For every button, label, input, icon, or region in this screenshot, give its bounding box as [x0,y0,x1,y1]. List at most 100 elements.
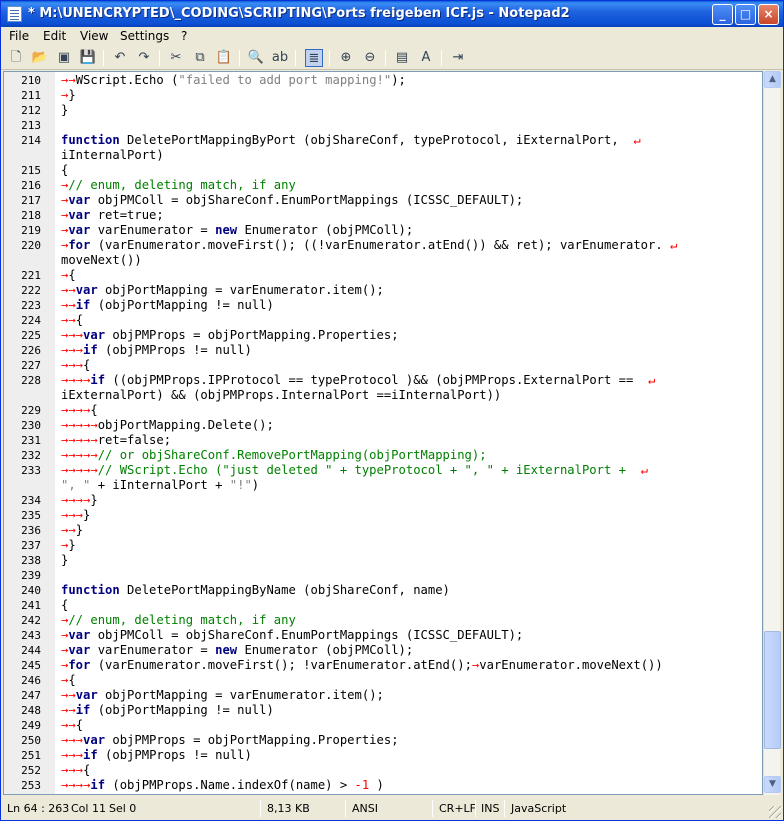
redo-icon[interactable]: ↷ [135,49,153,67]
resize-grip[interactable] [769,806,781,818]
code-line[interactable]: 246 →{ [4,673,762,688]
code-line[interactable]: 226 →→→if (objPMProps != null) [4,343,762,358]
line-code: →→{ [61,313,84,327]
title-bar[interactable]: * M:\UNENCRYPTED\_CODING\SCRIPTING\Ports… [1,1,783,27]
line-number: 226 [21,344,41,357]
code-line[interactable]: 231 →→→→→ret=false; [4,433,762,448]
status-size: 8,13 KB [267,802,310,815]
line-code: →→→} [61,508,91,522]
code-line[interactable]: 247 →→var objPortMapping = varEnumerator.… [4,688,762,703]
maximize-button[interactable]: □ [735,4,756,25]
open-icon[interactable]: 📂 [31,49,49,67]
line-code: →→WScript.Echo ("failed to add port mapp… [61,73,406,87]
code-line[interactable]: 235 →→→} [4,508,762,523]
exit-icon[interactable]: ⇥ [449,49,467,67]
code-line[interactable]: 215 { [4,163,762,178]
code-line[interactable]: iExternalPort) && (objPMProps.InternalPo… [4,388,762,403]
code-line[interactable]: 228 →→→→if ((objPMProps.IPProtocol == typ… [4,373,762,388]
code-line[interactable]: 221 →{ [4,268,762,283]
code-line[interactable]: 253 →→→→if (objPMProps.Name.indexOf(name)… [4,778,762,793]
code-line[interactable]: 218 →var ret=true; [4,208,762,223]
paste-icon[interactable]: 📋 [215,49,233,67]
word-wrap-icon[interactable]: ≣ [305,49,323,67]
code-line[interactable]: 237 →} [4,538,762,553]
code-line[interactable]: ", " + iInternalPort + "!") [4,478,762,493]
code-line[interactable]: 212} [4,103,762,118]
code-line[interactable]: 238} [4,553,762,568]
code-line[interactable]: 250 →→→var objPMProps = objPortMapping.Pr… [4,733,762,748]
code-line[interactable]: 229 →→→→{ [4,403,762,418]
code-line[interactable]: 213 [4,118,762,133]
code-editor[interactable]: 210 →→WScript.Echo ("failed to add port m… [3,71,763,795]
code-line[interactable]: 225 →→→var objPMProps = objPortMapping.Pr… [4,328,762,343]
status-position: Ln 64 : 263 [7,802,70,815]
code-line[interactable]: 251 →→→if (objPMProps != null) [4,748,762,763]
code-line[interactable]: 240 function DeletePortMappingByName (obj… [4,583,762,598]
menu-edit[interactable]: Edit [43,29,66,43]
scroll-thumb[interactable] [764,631,781,749]
line-number: 213 [21,119,41,132]
zoom-out-icon[interactable]: ⊖ [361,49,379,67]
cut-icon[interactable]: ✂ [167,49,185,67]
zoom-in-icon[interactable]: ⊕ [337,49,355,67]
line-number: 248 [21,704,41,717]
code-line[interactable]: moveNext()) [4,253,762,268]
code-line[interactable]: 227 →→→{ [4,358,762,373]
code-line[interactable]: 224 →→{ [4,313,762,328]
code-line[interactable]: 214 function DeletePortMappingByPort (obj… [4,133,762,148]
code-line[interactable]: 211 →} [4,88,762,103]
code-line[interactable]: 220 →for (varEnumerator.moveFirst(); ((!v… [4,238,762,253]
code-line[interactable]: 249 →→{ [4,718,762,733]
menu-help[interactable]: ? [181,29,187,43]
menu-bar: File Edit View Settings ? [1,27,783,46]
code-line[interactable]: 216 →// enum, deleting match, if any [4,178,762,193]
code-line[interactable]: 236 →→} [4,523,762,538]
line-code: } [61,103,69,117]
line-code: →// enum, deleting match, if any [61,178,296,192]
menu-view[interactable]: View [80,29,108,43]
vertical-scrollbar[interactable]: ▲ ▼ [763,71,781,795]
scheme-icon[interactable]: ▤ [393,49,411,67]
code-line[interactable]: 232 →→→→→// or objShareConf.RemovePortMap… [4,448,762,463]
status-col: Col 11 [71,802,106,815]
minimize-button[interactable]: _ [712,4,733,25]
line-number: 253 [21,779,41,792]
code-line[interactable]: iInternalPort) [4,148,762,163]
save-icon[interactable]: 💾 [79,49,97,67]
line-code: →→→→} [61,493,98,507]
find-icon[interactable]: 🔍 [247,49,265,67]
menu-file[interactable]: File [9,29,29,43]
code-line[interactable]: 233 →→→→→// WScript.Echo ("just deleted "… [4,463,762,478]
line-number: 234 [21,494,41,507]
code-line[interactable]: 243 →var objPMColl = objShareConf.EnumPor… [4,628,762,643]
code-line[interactable]: 210 →→WScript.Echo ("failed to add port m… [4,73,762,88]
code-line[interactable]: 239 [4,568,762,583]
notepad-app-icon [7,6,22,22]
code-line[interactable]: 219 →var varEnumerator = new Enumerator (… [4,223,762,238]
line-number: 244 [21,644,41,657]
code-line[interactable]: 241 { [4,598,762,613]
code-line[interactable]: 244 →var varEnumerator = new Enumerator (… [4,643,762,658]
code-line[interactable]: 217 →var objPMColl = objShareConf.EnumPor… [4,193,762,208]
scroll-up-button[interactable]: ▲ [764,71,781,88]
status-mode: INS [481,802,500,815]
code-line[interactable]: 234 →→→→} [4,493,762,508]
new-icon[interactable]: 🗋 [7,49,25,67]
code-line[interactable]: 230 →→→→→objPortMapping.Delete(); [4,418,762,433]
scroll-down-button[interactable]: ▼ [764,776,781,793]
browse-icon[interactable]: ▣ [55,49,73,67]
undo-icon[interactable]: ↶ [111,49,129,67]
code-line[interactable]: 252 →→→{ [4,763,762,778]
code-line[interactable]: 222 →→var objPortMapping = varEnumerator.… [4,283,762,298]
code-line[interactable]: 242 →// enum, deleting match, if any [4,613,762,628]
code-line[interactable]: 248 →→if (objPortMapping != null) [4,703,762,718]
close-button[interactable]: × [758,4,779,25]
replace-icon[interactable]: ab [271,49,289,67]
line-number: 216 [21,179,41,192]
font-icon[interactable]: A [417,49,435,67]
line-code: →→→→{ [61,403,98,417]
code-line[interactable]: 245 →for (varEnumerator.moveFirst(); !var… [4,658,762,673]
menu-settings[interactable]: Settings [120,29,169,43]
copy-icon[interactable]: ⧉ [191,49,209,67]
code-line[interactable]: 223 →→if (objPortMapping != null) [4,298,762,313]
